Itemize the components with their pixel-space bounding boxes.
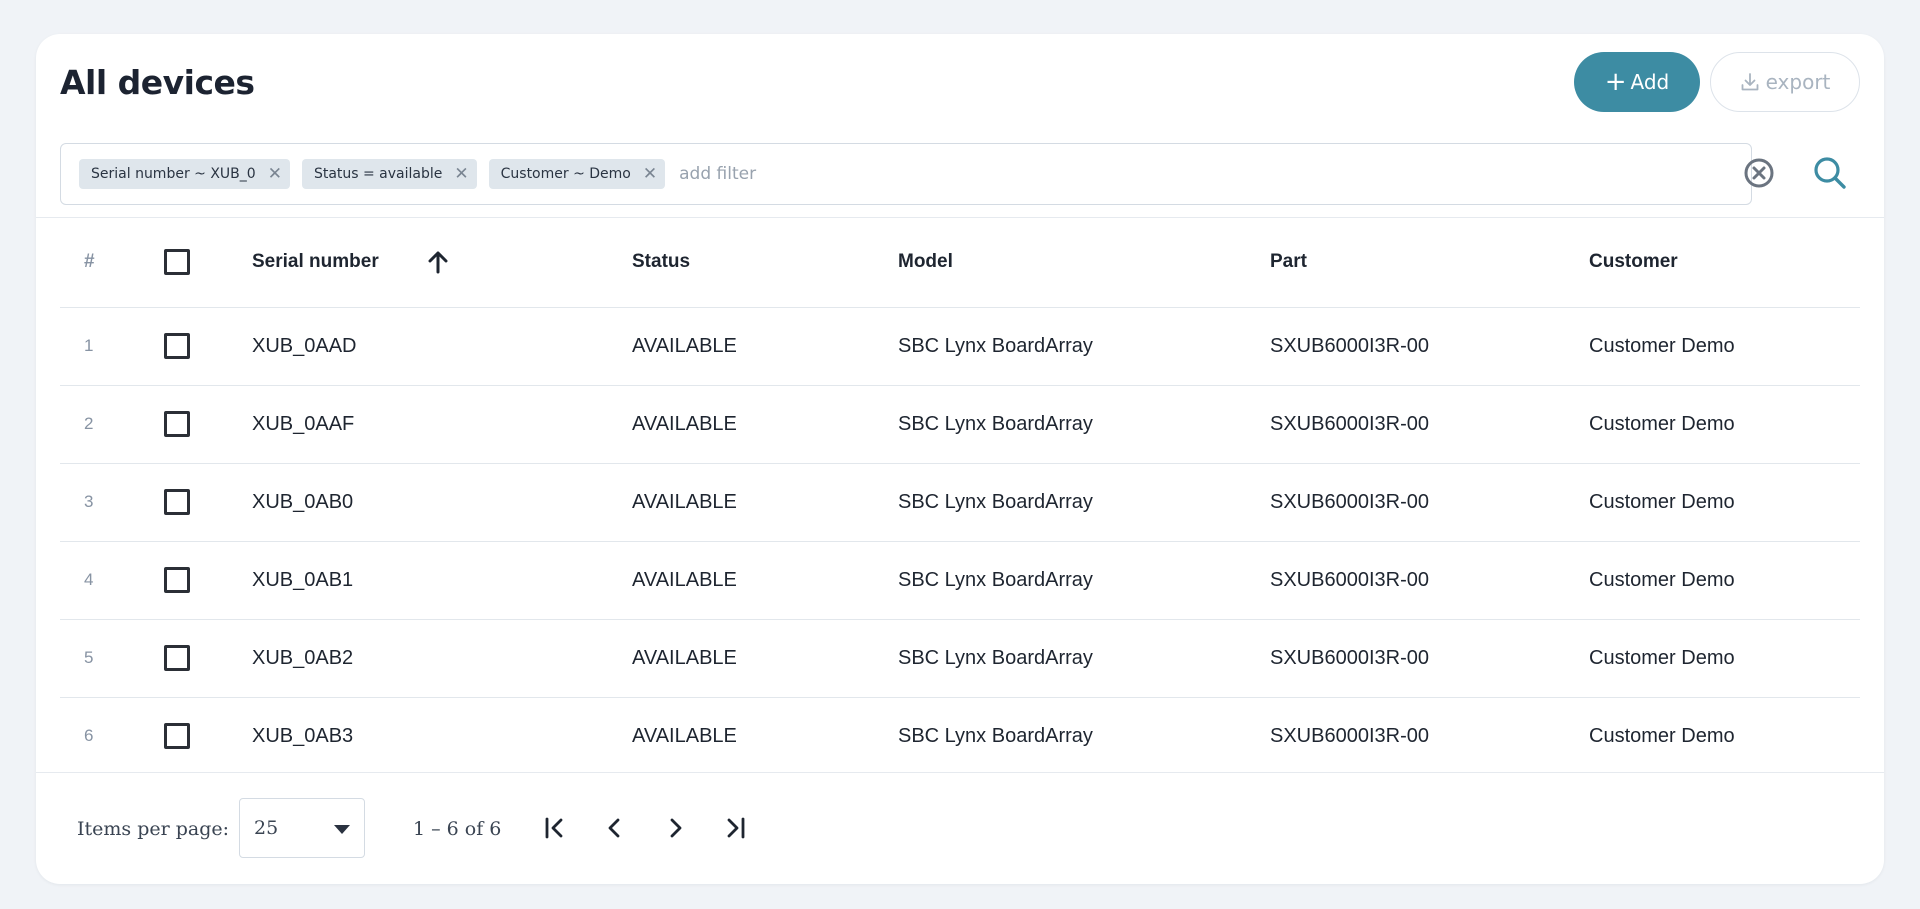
table-row[interactable]: 1 XUB_0AAD AVAILABLE SBC Lynx BoardArray…	[60, 307, 1860, 385]
row-number: 4	[84, 570, 94, 589]
cell-status: AVAILABLE	[632, 724, 737, 747]
row-checkbox[interactable]	[164, 567, 190, 593]
table-row[interactable]: 2 XUB_0AAF AVAILABLE SBC Lynx BoardArray…	[60, 385, 1860, 463]
filter-chip-label: Customer ~ Demo	[500, 166, 631, 182]
cell-serial: XUB_0AB1	[252, 568, 354, 591]
add-button[interactable]: + Add	[1574, 52, 1700, 112]
close-icon[interactable]: ✕	[268, 164, 282, 184]
cell-customer: Customer Demo	[1589, 646, 1735, 669]
items-per-page-label: Items per page:	[77, 818, 230, 840]
items-per-page-value: 25	[254, 817, 279, 839]
cell-serial: XUB_0AAD	[252, 334, 357, 357]
row-checkbox[interactable]	[164, 489, 190, 515]
filter-bar[interactable]: Serial number ~ XUB_0 ✕ Status = availab…	[60, 143, 1752, 205]
column-header-customer[interactable]: Customer	[1589, 218, 1860, 307]
table-row[interactable]: 6 XUB_0AB3 AVAILABLE SBC Lynx BoardArray…	[60, 697, 1860, 775]
cell-part: SXUB6000I3R-00	[1270, 568, 1429, 591]
row-number: 2	[84, 414, 94, 433]
cell-serial: XUB_0AB3	[252, 724, 354, 747]
row-checkbox[interactable]	[164, 411, 190, 437]
add-filter-input[interactable]	[679, 164, 980, 184]
cell-status: AVAILABLE	[632, 646, 737, 669]
cell-serial: XUB_0AAF	[252, 412, 355, 435]
items-per-page-select[interactable]: 25	[239, 798, 365, 858]
pagination-bar: Items per page: 25 1 – 6 of 6	[36, 772, 1884, 884]
cell-customer: Customer Demo	[1589, 568, 1735, 591]
chevron-right-icon[interactable]	[662, 815, 688, 841]
column-header-serial[interactable]: Serial number	[252, 218, 632, 307]
column-header-status[interactable]: Status	[632, 218, 898, 307]
chevron-left-icon[interactable]	[602, 815, 628, 841]
cell-serial: XUB_0AB2	[252, 646, 354, 669]
close-icon[interactable]: ✕	[454, 164, 468, 184]
search-icon[interactable]	[1812, 155, 1848, 191]
cell-part: SXUB6000I3R-00	[1270, 412, 1429, 435]
table-row[interactable]: 4 XUB_0AB1 AVAILABLE SBC Lynx BoardArray…	[60, 541, 1860, 619]
clear-circle-icon[interactable]	[1742, 156, 1776, 190]
filter-chip-customer[interactable]: Customer ~ Demo ✕	[488, 159, 666, 189]
cell-model: SBC Lynx BoardArray	[898, 412, 1093, 435]
cell-model: SBC Lynx BoardArray	[898, 334, 1093, 357]
filter-chip-serial[interactable]: Serial number ~ XUB_0 ✕	[79, 159, 290, 189]
filter-chip-label: Serial number ~ XUB_0	[91, 166, 256, 182]
cell-part: SXUB6000I3R-00	[1270, 334, 1429, 357]
row-number: 1	[84, 336, 94, 355]
page-range-label: 1 – 6 of 6	[413, 818, 502, 840]
column-header-number: #	[84, 251, 95, 273]
devices-table: # Serial number Status Model Part Custom…	[60, 218, 1860, 775]
cell-customer: Customer Demo	[1589, 334, 1735, 357]
close-icon[interactable]: ✕	[643, 164, 657, 184]
cell-status: AVAILABLE	[632, 334, 737, 357]
row-number: 3	[84, 492, 94, 511]
table-header-row: # Serial number Status Model Part Custom…	[60, 218, 1860, 307]
cell-model: SBC Lynx BoardArray	[898, 568, 1093, 591]
cell-customer: Customer Demo	[1589, 412, 1735, 435]
row-checkbox[interactable]	[164, 333, 190, 359]
cell-part: SXUB6000I3R-00	[1270, 490, 1429, 513]
download-icon	[1741, 73, 1758, 91]
table-row[interactable]: 5 XUB_0AB2 AVAILABLE SBC Lynx BoardArray…	[60, 619, 1860, 697]
export-button-label: export	[1765, 70, 1831, 94]
cell-customer: Customer Demo	[1589, 724, 1735, 747]
cell-serial: XUB_0AB0	[252, 490, 354, 513]
cell-model: SBC Lynx BoardArray	[898, 724, 1093, 747]
page-title: All devices	[60, 63, 255, 102]
row-number: 6	[84, 726, 94, 746]
column-header-part[interactable]: Part	[1270, 218, 1589, 307]
add-button-label: Add	[1630, 70, 1670, 94]
cell-model: SBC Lynx BoardArray	[898, 646, 1093, 669]
cell-status: AVAILABLE	[632, 490, 737, 513]
plus-icon: +	[1604, 67, 1627, 97]
cell-status: AVAILABLE	[632, 568, 737, 591]
cell-part: SXUB6000I3R-00	[1270, 724, 1429, 747]
row-checkbox[interactable]	[164, 645, 190, 671]
filter-chip-label: Status = available	[313, 166, 443, 182]
export-button[interactable]: export	[1710, 52, 1860, 112]
caret-down-icon	[334, 825, 350, 834]
row-number: 5	[84, 648, 94, 667]
first-page-icon[interactable]	[542, 815, 568, 841]
cell-customer: Customer Demo	[1589, 490, 1735, 513]
devices-card: All devices + Add export Serial number ~…	[36, 34, 1884, 884]
select-all-checkbox[interactable]	[164, 249, 190, 276]
arrow-up-icon[interactable]	[427, 250, 449, 274]
table-row[interactable]: 3 XUB_0AB0 AVAILABLE SBC Lynx BoardArray…	[60, 463, 1860, 541]
cell-model: SBC Lynx BoardArray	[898, 490, 1093, 513]
last-page-icon[interactable]	[722, 815, 748, 841]
column-header-serial-label: Serial number	[252, 251, 379, 273]
cell-status: AVAILABLE	[632, 412, 737, 435]
row-checkbox[interactable]	[164, 723, 190, 750]
cell-part: SXUB6000I3R-00	[1270, 646, 1429, 669]
filter-chip-status[interactable]: Status = available ✕	[301, 159, 477, 189]
column-header-model[interactable]: Model	[898, 218, 1270, 307]
